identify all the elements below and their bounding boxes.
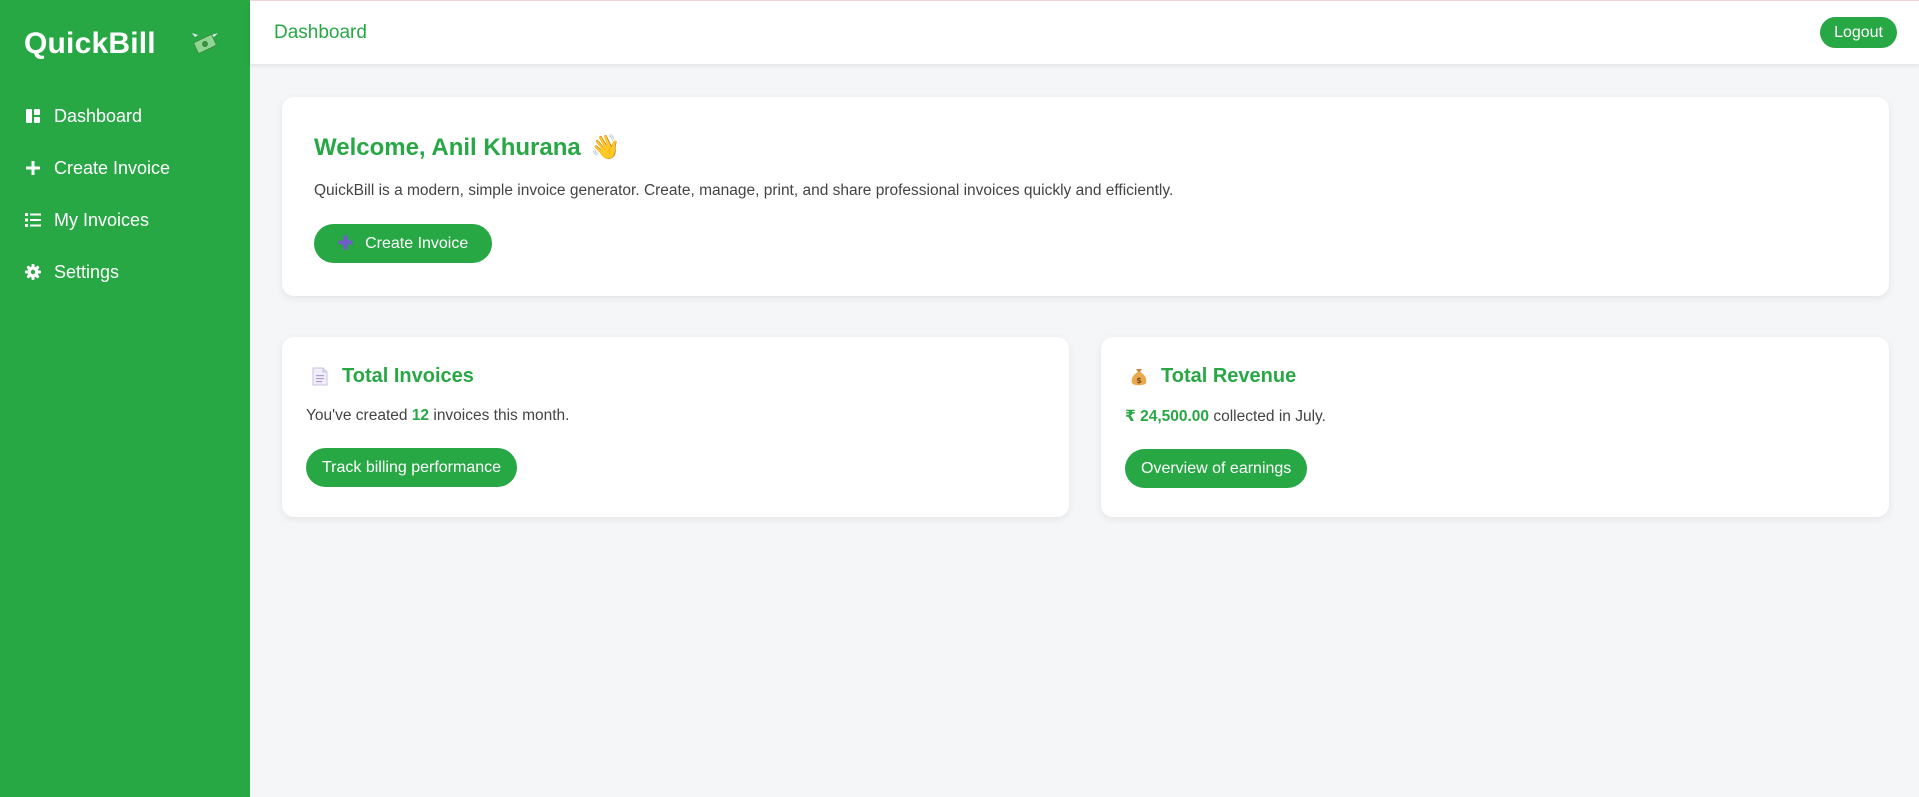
button-label: Create Invoice xyxy=(365,234,469,252)
summary-suffix: invoices this month. xyxy=(429,407,570,424)
sidebar-item-settings[interactable]: Settings xyxy=(0,246,250,298)
sidebar: QuickBill Dashboard Create Invoice My In… xyxy=(0,0,250,797)
money-bag-icon: $ xyxy=(1129,367,1149,387)
sidebar-item-label: Create Invoice xyxy=(54,157,171,178)
sidebar-nav: Dashboard Create Invoice My Invoices Set… xyxy=(0,90,250,298)
sidebar-item-label: Settings xyxy=(54,261,120,282)
revenue-summary: ₹ 24,500.00 collected in July. xyxy=(1125,407,1865,426)
card-title-text: Total Invoices xyxy=(342,365,474,387)
gear-icon xyxy=(24,263,42,281)
welcome-heading: Welcome, Anil Khurana 👋 xyxy=(314,133,1857,162)
revenue-amount: ₹ 24,500.00 xyxy=(1125,408,1210,425)
sidebar-item-dashboard[interactable]: Dashboard xyxy=(0,90,250,142)
list-icon xyxy=(24,211,42,229)
summary-prefix: You've created xyxy=(306,407,412,424)
topbar: Dashboard Logout xyxy=(250,0,1919,64)
main-content: Welcome, Anil Khurana 👋 QuickBill is a m… xyxy=(250,64,1919,797)
track-billing-button[interactable]: Track billing performance xyxy=(306,448,518,487)
sidebar-item-my-invoices[interactable]: My Invoices xyxy=(0,194,250,246)
document-icon xyxy=(310,367,330,387)
sidebar-item-label: My Invoices xyxy=(54,209,150,230)
sidebar-item-label: Dashboard xyxy=(54,105,143,126)
plus-icon: ✚ xyxy=(338,233,354,253)
earnings-overview-button[interactable]: Overview of earnings xyxy=(1125,449,1308,488)
welcome-card: Welcome, Anil Khurana 👋 QuickBill is a m… xyxy=(282,97,1889,296)
create-invoice-button[interactable]: ✚ Create Invoice xyxy=(314,224,493,263)
total-revenue-card: $ Total Revenue ₹ 24,500.00 collected in… xyxy=(1101,337,1889,517)
card-title: $ Total Revenue xyxy=(1129,365,1865,388)
invoice-count: 12 xyxy=(411,407,430,424)
summary-suffix: collected in July. xyxy=(1209,408,1326,425)
card-title: Total Invoices xyxy=(310,365,1045,388)
card-title-text: Total Revenue xyxy=(1161,365,1297,387)
sidebar-item-create-invoice[interactable]: Create Invoice xyxy=(0,142,250,194)
flying-money-icon xyxy=(190,29,220,59)
svg-text:$: $ xyxy=(1136,376,1142,385)
invoices-summary: You've created 12 invoices this month. xyxy=(306,407,1045,425)
page-title: Dashboard xyxy=(274,21,367,43)
brand-name: QuickBill xyxy=(24,27,156,60)
dashboard-icon xyxy=(24,107,42,125)
waving-hand-icon: 👋 xyxy=(590,134,621,161)
logout-button[interactable]: Logout xyxy=(1820,17,1897,48)
brand[interactable]: QuickBill xyxy=(0,0,250,88)
welcome-greeting: Welcome, Anil Khurana xyxy=(314,133,581,161)
plus-icon xyxy=(24,159,42,177)
total-invoices-card: Total Invoices You've created 12 invoice… xyxy=(282,337,1069,517)
welcome-description: QuickBill is a modern, simple invoice ge… xyxy=(314,182,1174,199)
